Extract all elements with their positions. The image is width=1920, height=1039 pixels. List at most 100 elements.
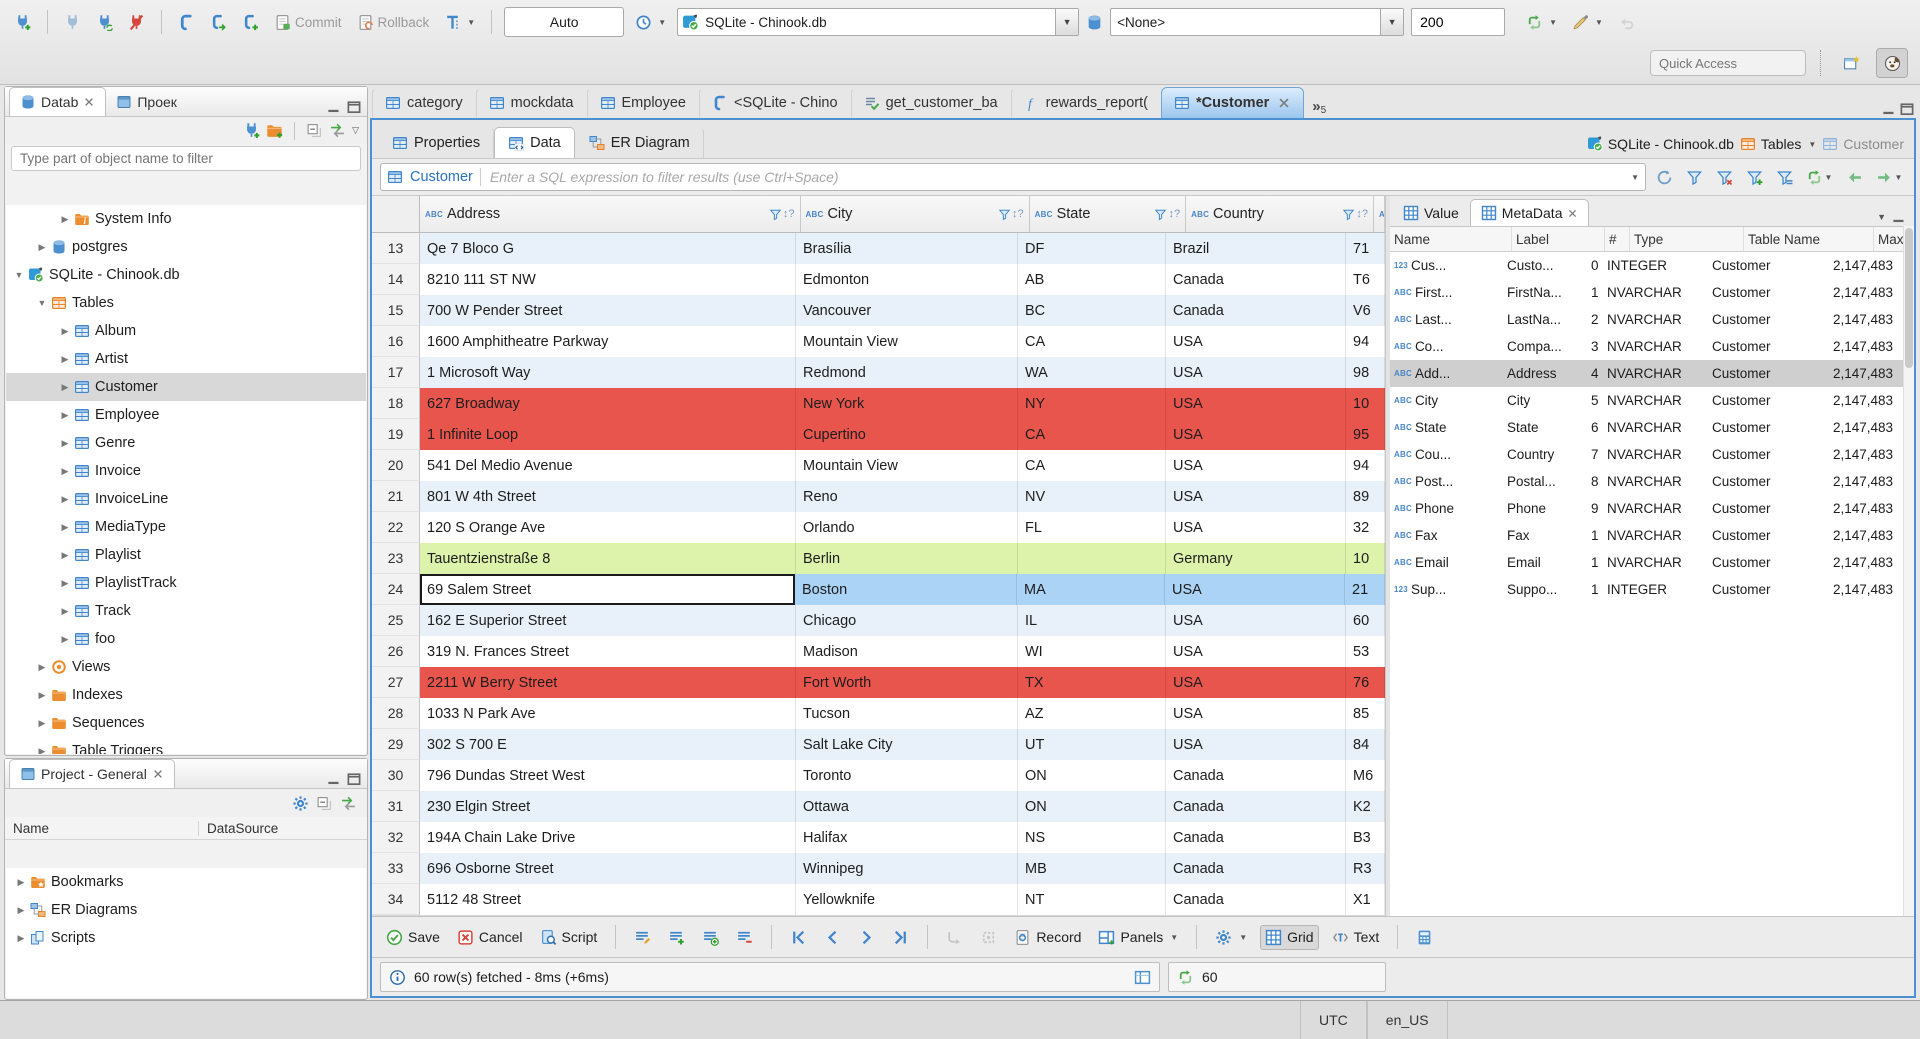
metadata-cell[interactable]: INTEGER xyxy=(1603,252,1708,279)
table-row[interactable]: 33 696 Osborne Street Winnipeg MB Canada R3 xyxy=(372,853,1385,884)
table-row[interactable]: 17 1 Microsoft Way Redmond WA USA 98 xyxy=(372,357,1385,388)
cell-postal[interactable]: 94 xyxy=(1346,450,1385,481)
cell-state[interactable]: CA xyxy=(1018,326,1166,357)
tab-project-general[interactable]: Project - General xyxy=(9,759,175,788)
column-header-datasource[interactable]: DataSource xyxy=(199,821,278,836)
transaction-mode-button[interactable]: ▼ xyxy=(440,11,479,34)
cell-state[interactable] xyxy=(1018,543,1166,574)
schema-selector-dropdown[interactable]: ▼ xyxy=(1380,9,1404,35)
filter-history-dropdown[interactable]: ▼ xyxy=(1631,173,1639,182)
row-number[interactable]: 28 xyxy=(372,698,420,729)
cell-city[interactable]: Fort Worth xyxy=(796,667,1018,698)
tree-expander-icon[interactable]: ▼ xyxy=(12,270,26,280)
cell-country[interactable]: USA xyxy=(1166,450,1346,481)
metadata-cell[interactable]: 2,147,483 xyxy=(1829,387,1914,414)
cell-address[interactable]: 230 Elgin Street xyxy=(420,791,796,822)
recent-sql-editor-button[interactable] xyxy=(206,11,231,34)
cell-city[interactable]: Boston xyxy=(795,574,1017,605)
disconnect-button[interactable] xyxy=(124,11,149,34)
editor-tab-sqlite-chino[interactable]: <SQLite - Chino xyxy=(698,87,851,118)
cell-postal[interactable]: 94 xyxy=(1346,326,1385,357)
cell-country[interactable]: USA xyxy=(1166,605,1346,636)
breadcrumb-tables[interactable]: Tables ▼ xyxy=(1740,136,1816,152)
cell-country[interactable]: Canada xyxy=(1166,264,1346,295)
metadata-row[interactable]: 123 Sup... Suppo... 1 INTEGER Customer 2,147,4… xyxy=(1390,576,1914,603)
cell-state[interactable]: ON xyxy=(1018,760,1166,791)
metadata-cell[interactable]: Postal... xyxy=(1503,468,1587,495)
tree-expander-icon[interactable]: ▼ xyxy=(35,298,49,308)
metadata-cell[interactable]: Customer xyxy=(1708,576,1829,603)
metadata-cell[interactable]: Suppo... xyxy=(1503,576,1587,603)
cell-country[interactable]: Canada xyxy=(1166,791,1346,822)
tab-data[interactable]: Data xyxy=(494,127,575,158)
cell-postal[interactable]: 60 xyxy=(1346,605,1385,636)
cell-country[interactable]: USA xyxy=(1166,667,1346,698)
table-row[interactable]: 13 Qe 7 Bloco G Brasília DF Brazil 71 xyxy=(372,233,1385,264)
editor-tab-rewards-report[interactable]: f rewards_report( xyxy=(1010,87,1161,118)
tree-expander-icon[interactable]: ▶ xyxy=(35,746,49,755)
cell-country[interactable]: Canada xyxy=(1166,853,1346,884)
cell-address[interactable]: 627 Broadway xyxy=(420,388,796,419)
metadata-column-name[interactable]: Name xyxy=(1390,227,1512,251)
column-filter-sort-icons[interactable]: ↕? xyxy=(769,208,795,221)
metadata-cell[interactable]: 8 xyxy=(1587,468,1603,495)
tab-er-diagram[interactable]: ER Diagram xyxy=(575,127,704,158)
metadata-cell[interactable]: ABC Last... xyxy=(1390,306,1503,333)
project-item-bookmarks[interactable]: ▶ Bookmarks xyxy=(6,868,366,896)
metadata-cell[interactable]: 4 xyxy=(1587,360,1603,387)
row-number[interactable]: 24 xyxy=(372,574,420,605)
row-number[interactable]: 31 xyxy=(372,791,420,822)
metadata-cell[interactable]: ABC City xyxy=(1390,387,1503,414)
metadata-cell[interactable]: ABC Add... xyxy=(1390,360,1503,387)
cell-city[interactable]: Winnipeg xyxy=(796,853,1018,884)
table-row[interactable]: 24 69 Salem Street Boston MA USA 21 xyxy=(372,574,1385,605)
cell-postal[interactable]: 98 xyxy=(1346,357,1385,388)
metadata-cell[interactable]: City xyxy=(1503,387,1587,414)
column-header-address[interactable]: ABC Address ↕? xyxy=(420,196,801,232)
table-row[interactable]: 21 801 W 4th Street Reno NV USA 89 xyxy=(372,481,1385,512)
metadata-cell[interactable]: 7 xyxy=(1587,441,1603,468)
maximize-icon[interactable] xyxy=(345,98,363,116)
metadata-cell[interactable]: NVARCHAR xyxy=(1603,549,1708,576)
refresh-count-box[interactable]: 60 xyxy=(1168,962,1386,992)
cell-state[interactable]: NS xyxy=(1018,822,1166,853)
metadata-cell[interactable]: 2,147,483 xyxy=(1829,279,1914,306)
tree-expander-icon[interactable]: ▶ xyxy=(58,326,72,337)
row-number[interactable]: 16 xyxy=(372,326,420,357)
tree-expander-icon[interactable]: ▶ xyxy=(58,550,72,561)
metadata-cell[interactable]: ABC Fax xyxy=(1390,522,1503,549)
column-header-name[interactable]: Name xyxy=(5,820,199,836)
open-perspective-button[interactable] xyxy=(1836,49,1866,77)
tree-item-postgres[interactable]: ▶ postgres xyxy=(6,233,366,261)
metadata-cell[interactable]: NVARCHAR xyxy=(1603,441,1708,468)
add-filter-button[interactable] xyxy=(1742,165,1766,189)
metadata-cell[interactable]: 2,147,483 xyxy=(1829,360,1914,387)
metadata-column-type[interactable]: Type xyxy=(1630,227,1744,251)
back-button[interactable] xyxy=(1614,11,1639,34)
metadata-cell[interactable]: Phone xyxy=(1503,495,1587,522)
tree-item-customer[interactable]: ▶ Customer xyxy=(6,373,366,401)
metadata-cell[interactable]: Customer xyxy=(1708,522,1829,549)
metadata-cell[interactable]: NVARCHAR xyxy=(1603,387,1708,414)
clear-filter-button[interactable] xyxy=(1712,165,1736,189)
cell-city[interactable]: Berlin xyxy=(796,543,1018,574)
tree-item-invoiceline[interactable]: ▶ InvoiceLine xyxy=(6,485,366,513)
close-icon[interactable] xyxy=(1567,208,1578,219)
cell-city[interactable]: Madison xyxy=(796,636,1018,667)
fetch-size-input[interactable] xyxy=(1411,8,1506,36)
metadata-cell[interactable]: Customer xyxy=(1708,306,1829,333)
table-row[interactable]: 15 700 W Pender Street Vancouver BC Canada V6 xyxy=(372,295,1385,326)
metadata-column-label[interactable]: Label xyxy=(1512,227,1605,251)
metadata-cell[interactable]: Customer xyxy=(1708,441,1829,468)
tree-expander-icon[interactable]: ▶ xyxy=(58,494,72,505)
metadata-row[interactable]: ABC Email Email 1 NVARCHAR Customer 2,147,483 xyxy=(1390,549,1914,576)
metadata-cell[interactable]: NVARCHAR xyxy=(1603,522,1708,549)
metadata-cell[interactable]: 1 xyxy=(1587,279,1603,306)
column-header-state[interactable]: ABC State ↕? xyxy=(1030,196,1187,232)
table-row[interactable]: 32 194A Chain Lake Drive Halifax NS Canada B3 xyxy=(372,822,1385,853)
row-number[interactable]: 20 xyxy=(372,450,420,481)
previous-row-button[interactable] xyxy=(820,926,845,949)
tree-item-employee[interactable]: ▶ Employee xyxy=(6,401,366,429)
new-connection-icon[interactable] xyxy=(243,122,260,139)
reconnect-button[interactable] xyxy=(92,11,117,34)
